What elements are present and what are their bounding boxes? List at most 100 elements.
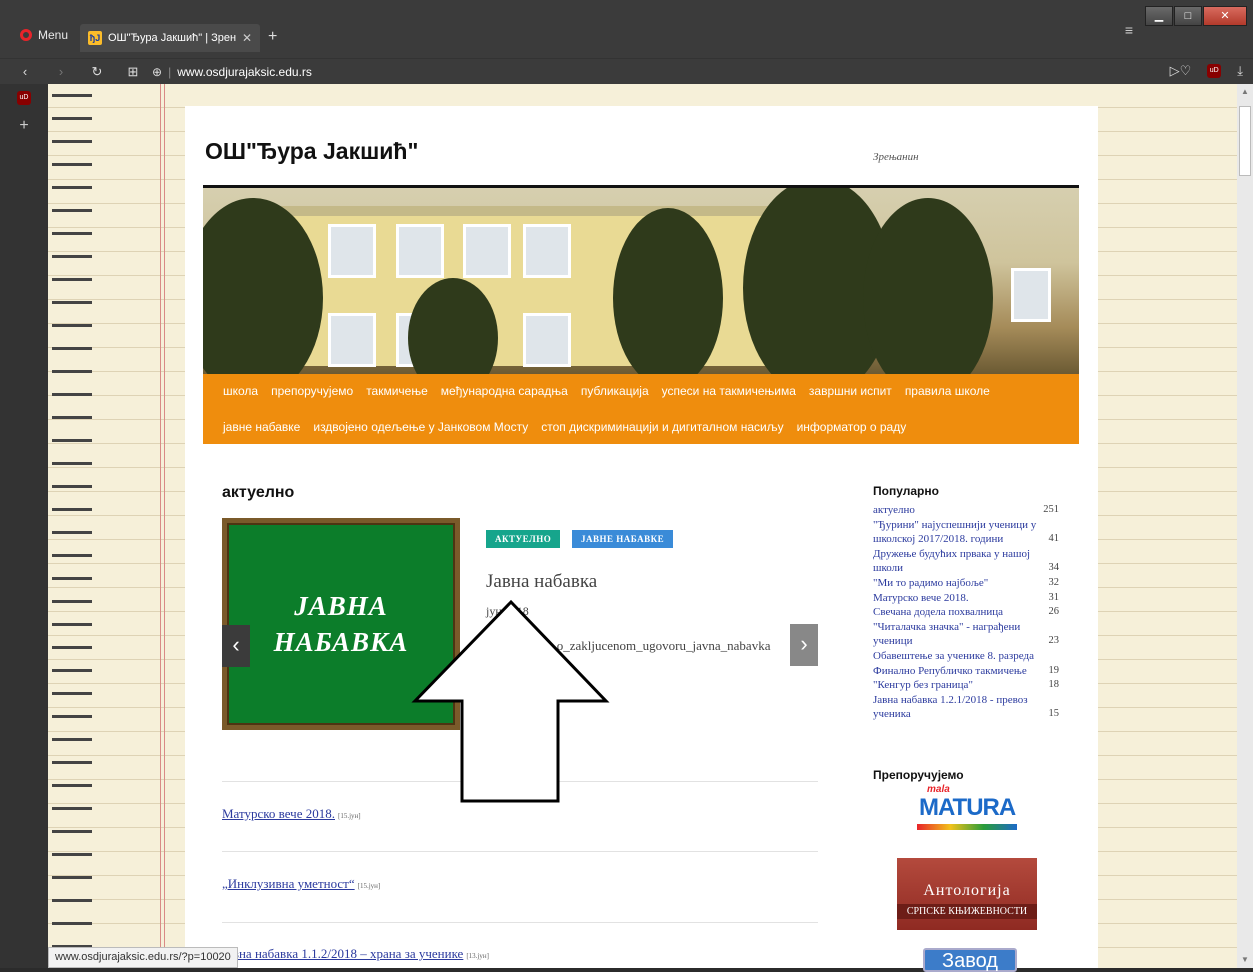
post-date: [13.јун] [466, 952, 489, 960]
main-menu: школа препоручујемо такмичење међународна с… [203, 374, 1079, 444]
browser-tab[interactable]: ђЈ ОШ"Ђура Јакшић" | Зрен ✕ [80, 24, 260, 52]
popular-item-link[interactable]: Свечана додела похвалница [873, 605, 1003, 620]
popular-item-link[interactable]: "Читалачка значка" - награђени ученици [873, 620, 1045, 649]
matura-big-text: MATURA [919, 794, 1016, 821]
send-icon[interactable]: ▷♡ [1170, 63, 1192, 79]
popular-item-count: 15 [1048, 708, 1060, 720]
menu-item[interactable]: издвојено одељење у Јанковом Мосту [313, 420, 528, 434]
section-title: актуелно [222, 484, 295, 501]
globe-icon: ⊕ [152, 64, 163, 79]
popular-item-link[interactable]: актуелно [873, 503, 915, 518]
antol-line-2: српске књижевности [897, 904, 1037, 919]
notebook-spiral [52, 84, 92, 968]
close-window-button[interactable]: ✕ [1203, 6, 1247, 26]
header-image [203, 185, 1079, 374]
browser-sidebar: uD + [0, 84, 48, 968]
back-button[interactable]: ‹ [14, 64, 36, 79]
popular-item-count: 32 [1048, 576, 1060, 588]
popular-item-link[interactable]: Јавна набавка 1.2.1/2018 - превоз ученик… [873, 693, 1045, 722]
popular-item-link[interactable]: Матурско вече 2018. [873, 591, 969, 606]
url-text: www.osdjurajaksic.edu.rs [177, 64, 312, 79]
window [328, 313, 376, 367]
site-tagline: Зрењанин [873, 151, 919, 163]
popular-item: Обавештење за ученике 8. разреда [873, 649, 1059, 664]
popular-item-link[interactable]: Финално Републичко такмичење [873, 664, 1027, 679]
scrollbar[interactable]: ▲ ▼ [1237, 84, 1253, 968]
site-title[interactable]: ОШ"Ђура Јакшић" [205, 138, 418, 165]
menu-item[interactable]: јавне набавке [223, 420, 300, 434]
popular-item: Матурско вече 2018. 31 [873, 591, 1059, 606]
menu-item[interactable]: завршни испит [809, 384, 892, 398]
post-title[interactable]: „Инклузивна уметност“ [222, 876, 355, 891]
sidebar-add-icon[interactable]: + [0, 112, 48, 140]
menu-item[interactable]: стоп дискриминацији и дигиталном насиљу [541, 420, 783, 434]
opera-menu-button[interactable]: Menu [20, 28, 68, 42]
popular-item: Дружење будућих првака у нашој школи 34 [873, 547, 1059, 576]
popular-item-link[interactable]: "Ми то радимо најбоље" [873, 576, 988, 591]
popular-list: актуелно 251 "Ђурини" најуспешнији ученици… [873, 503, 1059, 722]
sidebar-ublock-icon[interactable]: uD [0, 84, 48, 112]
post-link-1[interactable]: „Инклузивна уметност“ [15.јун] [222, 876, 380, 892]
popular-item-link[interactable]: "Кенгур без граница" [873, 678, 973, 693]
window [328, 224, 376, 278]
slider-prev-button[interactable]: ‹ [222, 625, 250, 667]
popular-item: Свечана додела похвалница 26 [873, 605, 1059, 620]
popular-item: "Читалачка значка" - награђени ученици 23 [873, 620, 1059, 649]
download-icon[interactable]: ⤓ [1237, 63, 1243, 79]
window [523, 224, 571, 278]
url-separator: | [168, 64, 172, 79]
popular-widget-title: Популарно [873, 484, 939, 498]
popular-item-link[interactable]: Дружење будућих првака у нашој школи [873, 547, 1045, 576]
post-link-0[interactable]: Матурско вече 2018. [15.јун] [222, 806, 361, 822]
post-title[interactable]: Матурско вече 2018. [222, 806, 335, 821]
antologija-logo[interactable]: Антологија српске књижевности [897, 858, 1037, 930]
speed-dial-icon[interactable]: ⊞ [122, 64, 144, 80]
slide-post-date: јун 2018 [486, 604, 529, 618]
menu-item[interactable]: школа [223, 384, 258, 398]
divider [222, 922, 818, 923]
maximize-button[interactable]: □ [1174, 6, 1202, 26]
zavod-logo[interactable]: Завод [923, 948, 1017, 972]
post-date: [15.јун] [338, 812, 361, 820]
menu-item[interactable]: међународна сарадња [441, 384, 568, 398]
forward-button[interactable]: › [50, 64, 72, 79]
scroll-down-icon[interactable]: ▼ [1237, 952, 1253, 968]
slide-post-file-link[interactable]: Obavestenje_o_zakljucenom_ugovoru_javna_… [486, 638, 816, 654]
menu-item[interactable]: препоручујемо [271, 384, 353, 398]
popular-item: "Кенгур без граница" 18 [873, 678, 1059, 693]
category-badge-javne-nabavke[interactable]: ЈАВНЕ НАБАВКЕ [572, 530, 674, 548]
tab-close-icon[interactable]: ✕ [242, 31, 252, 45]
window [463, 224, 511, 278]
popular-item-link[interactable]: "Ђурини" најуспешнији ученици у школској… [873, 518, 1045, 547]
menu-item[interactable]: правила школе [905, 384, 990, 398]
menu-item[interactable]: публикација [581, 384, 649, 398]
ublock-icon[interactable]: uD [1207, 64, 1222, 78]
category-badge-aktuelno[interactable]: АКТУЕЛНО [486, 530, 561, 548]
popular-item-count: 31 [1048, 591, 1060, 603]
reload-button[interactable]: ↻ [86, 64, 108, 80]
menu-item[interactable]: такмичење [366, 384, 428, 398]
post-link-2[interactable]: Јавна набавка 1.1.2/2018 – храна за учен… [222, 946, 489, 962]
scroll-thumb[interactable] [1239, 106, 1251, 176]
popular-item-count: 19 [1048, 664, 1060, 676]
margin-line [164, 84, 165, 968]
slide-post-title[interactable]: Јавна набавка [486, 571, 597, 593]
minimize-button[interactable]: ▁ [1145, 6, 1173, 26]
new-tab-button[interactable]: + [268, 28, 277, 46]
post-title[interactable]: Јавна набавка 1.1.2/2018 – храна за учен… [222, 946, 463, 961]
tab-menu-icon[interactable]: ≡ [1125, 22, 1133, 38]
menu-row-2: јавне набавке издвојено одељење у Јанково… [223, 420, 906, 434]
mala-matura-logo[interactable]: mala MATURA [907, 784, 1027, 836]
menu-label: Menu [38, 28, 69, 42]
slide-image[interactable]: ЈАВНА НАБАВКА [222, 518, 460, 730]
url-field[interactable]: ⊕ | www.osdjurajaksic.edu.rs [152, 65, 312, 79]
opera-logo-icon [20, 29, 32, 41]
menu-item[interactable]: успеси на такмичењима [662, 384, 796, 398]
menu-item[interactable]: информатор о раду [797, 420, 907, 434]
margin-line [160, 84, 161, 968]
address-bar: ‹ › ↻ ⊞ ⊕ | www.osdjurajaksic.edu.rs ▷♡ … [0, 58, 1253, 84]
post-date: [15.јун] [357, 882, 381, 890]
scroll-up-icon[interactable]: ▲ [1237, 84, 1253, 100]
popular-item-link[interactable]: Обавештење за ученике 8. разреда [873, 649, 1034, 664]
status-bar-url: www.osdjurajaksic.edu.rs/?p=10020 [48, 947, 238, 968]
